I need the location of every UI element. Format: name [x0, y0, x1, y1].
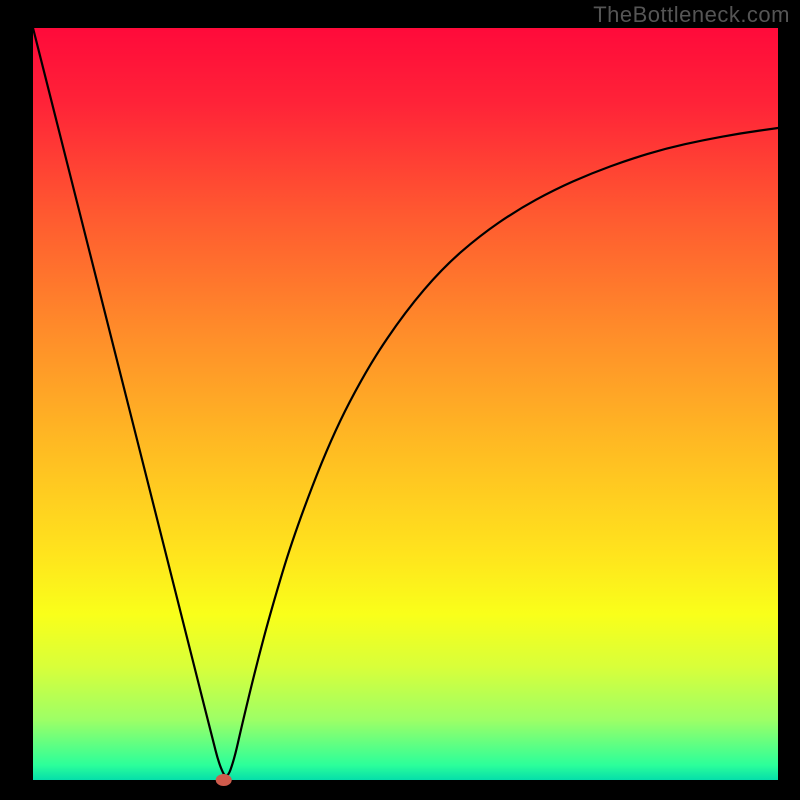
- plot-background: [33, 28, 778, 780]
- bottleneck-chart: [0, 0, 800, 800]
- minimum-marker: [216, 774, 232, 786]
- chart-frame: TheBottleneck.com: [0, 0, 800, 800]
- watermark-text: TheBottleneck.com: [593, 2, 790, 28]
